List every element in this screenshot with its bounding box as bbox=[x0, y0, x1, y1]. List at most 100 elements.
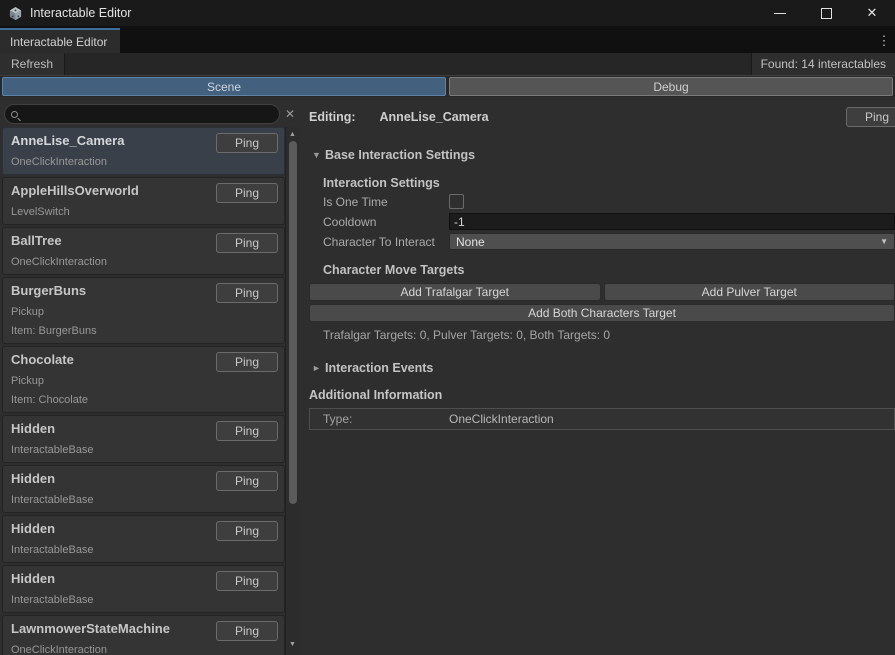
scroll-up-icon[interactable]: ▲ bbox=[286, 129, 299, 141]
doc-tab-label: Interactable Editor bbox=[10, 35, 107, 49]
character-to-interact-label: Character To Interact bbox=[323, 235, 449, 249]
tab-menu-button[interactable]: ⋮ bbox=[873, 28, 895, 53]
list-item[interactable]: BallTreePingOneClickInteraction bbox=[2, 227, 285, 275]
item-subtitle: OneClickInteraction bbox=[11, 256, 276, 268]
found-count-label: Found: 14 interactables bbox=[751, 53, 895, 75]
interaction-settings-header: Interaction Settings bbox=[323, 176, 895, 190]
item-subtitle: LevelSwitch bbox=[11, 206, 276, 218]
clear-icon: ✕ bbox=[285, 107, 295, 121]
ping-button[interactable]: Ping bbox=[216, 133, 278, 153]
item-subtitle: InteractableBase bbox=[11, 444, 276, 456]
item-subtitle: InteractableBase bbox=[11, 594, 276, 606]
search-input[interactable] bbox=[23, 107, 273, 121]
close-icon: ✕ bbox=[867, 5, 878, 21]
ping-button[interactable]: Ping bbox=[216, 233, 278, 253]
window-title: Interactable Editor bbox=[30, 6, 131, 20]
add-both-characters-target-button[interactable]: Add Both Characters Target bbox=[309, 304, 895, 322]
maximize-icon bbox=[821, 8, 832, 19]
item-subtitle: Item: BurgerBuns bbox=[11, 325, 276, 337]
add-target-buttons-row: Add Trafalgar Target Add Pulver Target bbox=[309, 283, 895, 301]
character-to-interact-row: Character To Interact None ▼ bbox=[323, 233, 895, 250]
document-tabbar: Interactable Editor ⋮ bbox=[0, 26, 895, 53]
list-wrap: AnneLise_CameraPingOneClickInteractionAp… bbox=[0, 127, 301, 655]
unity-cube-icon bbox=[8, 6, 23, 21]
base-interaction-settings-foldout[interactable]: ▼ Base Interaction Settings bbox=[312, 148, 895, 162]
scrollbar-thumb[interactable] bbox=[289, 141, 297, 504]
cooldown-field[interactable] bbox=[449, 213, 895, 230]
editing-row: Editing: AnneLise_Camera Ping bbox=[309, 107, 895, 127]
scene-list-panel: ✕ AnneLise_CameraPingOneClickInteraction… bbox=[0, 97, 301, 655]
ping-button[interactable]: Ping bbox=[216, 521, 278, 541]
ping-button[interactable]: Ping bbox=[216, 283, 278, 303]
dropdown-selected-value: None bbox=[456, 235, 485, 249]
content-split: ✕ AnneLise_Camera Ping OneClickInteraction… bbox=[0, 97, 895, 655]
type-label: Type: bbox=[323, 412, 449, 426]
is-one-time-label: Is One Time bbox=[323, 195, 449, 209]
item-subtitle: OneClickInteraction bbox=[11, 644, 276, 655]
ping-button[interactable]: Ping bbox=[216, 621, 278, 641]
add-pulver-target-button[interactable]: Add Pulver Target bbox=[604, 283, 895, 301]
events-foldout-label: Interaction Events bbox=[325, 361, 433, 375]
item-subtitle: Pickup bbox=[11, 375, 276, 387]
scroll-down-icon[interactable]: ▼ bbox=[286, 639, 299, 651]
item-subtitle: OneClickInteraction bbox=[11, 156, 276, 168]
tab-interactable-editor[interactable]: Interactable Editor bbox=[0, 28, 120, 53]
list-item[interactable]: LawnmowerStateMachinePingOneClickInterac… bbox=[2, 615, 285, 655]
interactable-list: AnneLise_CameraPingOneClickInteractionAp… bbox=[0, 127, 285, 655]
view-tabs: Scene Debug bbox=[0, 76, 895, 97]
editing-label: Editing: bbox=[309, 110, 356, 124]
ping-button[interactable]: Ping bbox=[216, 471, 278, 491]
maximize-button[interactable] bbox=[803, 0, 849, 26]
list-item[interactable]: AppleHillsOverworldPingLevelSwitch bbox=[2, 177, 285, 225]
ping-button[interactable]: Ping bbox=[216, 352, 278, 372]
item-subtitle: Pickup bbox=[11, 306, 276, 318]
tab-debug[interactable]: Debug bbox=[449, 77, 893, 96]
minimize-icon bbox=[774, 13, 786, 14]
type-helpbox: Type: OneClickInteraction bbox=[309, 408, 895, 430]
editing-ping-button[interactable]: Ping bbox=[846, 107, 895, 127]
cooldown-row: Cooldown bbox=[323, 213, 895, 230]
list-item[interactable]: HiddenPingInteractableBase bbox=[2, 465, 285, 513]
toolbar: Refresh Found: 14 interactables bbox=[0, 53, 895, 76]
search-row: ✕ bbox=[0, 97, 301, 127]
ping-button[interactable]: Ping bbox=[216, 421, 278, 441]
refresh-button[interactable]: Refresh bbox=[0, 53, 65, 75]
window-controls: ✕ bbox=[757, 0, 895, 26]
list-item[interactable]: HiddenPingInteractableBase bbox=[2, 565, 285, 613]
ping-button[interactable]: Ping bbox=[216, 571, 278, 591]
add-trafalgar-target-button[interactable]: Add Trafalgar Target bbox=[309, 283, 601, 301]
list-item[interactable]: AnneLise_CameraPingOneClickInteraction bbox=[2, 127, 285, 175]
close-button[interactable]: ✕ bbox=[849, 0, 895, 26]
search-icon bbox=[11, 111, 18, 118]
interactable-editor-window: Interactable Editor ✕ Interactable Edito… bbox=[0, 0, 895, 655]
editor-panel: Editing: AnneLise_Camera Ping ▼ Base Int… bbox=[301, 97, 895, 655]
ping-button[interactable]: Ping bbox=[216, 183, 278, 203]
vertical-scrollbar[interactable]: ▲ ▼ bbox=[285, 127, 299, 655]
tab-debug-label: Debug bbox=[653, 80, 688, 94]
character-to-interact-dropdown[interactable]: None ▼ bbox=[449, 233, 895, 250]
clear-search-button[interactable]: ✕ bbox=[280, 104, 300, 124]
chevron-down-icon: ▼ bbox=[880, 237, 888, 246]
base-foldout-label: Base Interaction Settings bbox=[325, 148, 475, 162]
add-both-row: Add Both Characters Target bbox=[309, 304, 895, 322]
editing-target-name: AnneLise_Camera bbox=[380, 110, 489, 124]
list-item[interactable]: BurgerBunsPingPickupItem: BurgerBuns bbox=[2, 277, 285, 344]
list-item[interactable]: HiddenPingInteractableBase bbox=[2, 415, 285, 463]
is-one-time-checkbox[interactable] bbox=[449, 194, 464, 209]
type-value: OneClickInteraction bbox=[449, 412, 554, 426]
minimize-button[interactable] bbox=[757, 0, 803, 26]
list-item[interactable]: HiddenPingInteractableBase bbox=[2, 515, 285, 563]
is-one-time-row: Is One Time bbox=[323, 193, 895, 210]
item-subtitle: InteractableBase bbox=[11, 544, 276, 556]
list-item[interactable]: ChocolatePingPickupItem: Chocolate bbox=[2, 346, 285, 413]
search-box bbox=[4, 104, 280, 124]
tab-scene[interactable]: Scene bbox=[2, 77, 446, 96]
cooldown-label: Cooldown bbox=[323, 215, 449, 229]
foldout-closed-icon: ► bbox=[312, 363, 325, 373]
kebab-menu-icon: ⋮ bbox=[878, 33, 891, 49]
tab-scene-label: Scene bbox=[207, 80, 241, 94]
interaction-events-foldout[interactable]: ► Interaction Events bbox=[312, 361, 895, 375]
foldout-open-icon: ▼ bbox=[312, 150, 325, 160]
item-subtitle: Item: Chocolate bbox=[11, 394, 276, 406]
item-subtitle: InteractableBase bbox=[11, 494, 276, 506]
